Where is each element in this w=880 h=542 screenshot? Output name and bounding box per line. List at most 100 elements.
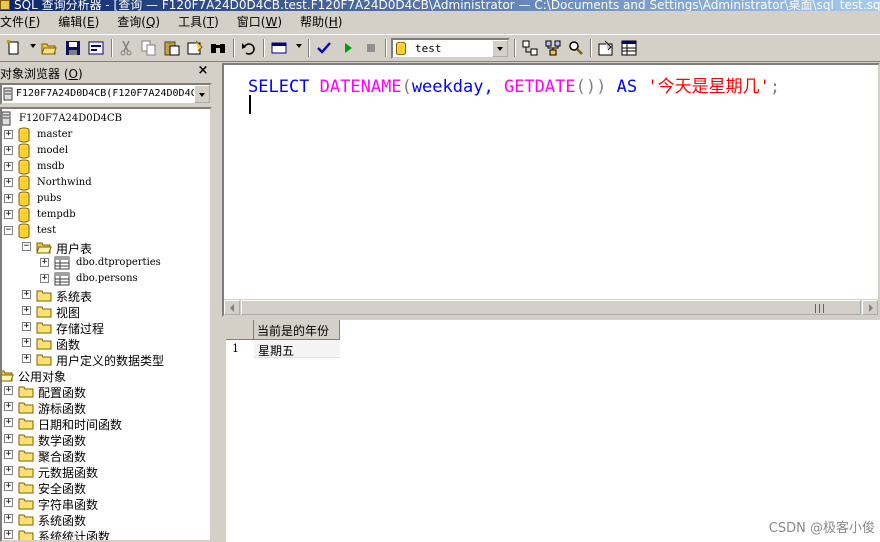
tree-folder[interactable]: + 日期和时间函数: [2, 415, 210, 432]
grid-cell[interactable]: 星期五: [254, 340, 340, 358]
save-icon[interactable]: [65, 40, 81, 56]
tree-folder[interactable]: + 用户定义的数据类型: [2, 351, 210, 368]
expand-icon[interactable]: +: [4, 162, 13, 171]
tree-folder[interactable]: + 视图: [2, 303, 210, 320]
grid-icon[interactable]: [621, 40, 637, 56]
tree-item-label: Northwind: [37, 177, 92, 188]
tree-folder-common-objects[interactable]: 公用对象: [2, 367, 210, 384]
grid-column-header[interactable]: 当前是的年份: [254, 320, 340, 340]
tree-folder[interactable]: + 字符串函数: [2, 495, 210, 512]
open-icon[interactable]: [41, 40, 57, 56]
collapse-icon[interactable]: −: [4, 226, 13, 235]
expand-icon[interactable]: +: [22, 290, 31, 299]
expand-icon[interactable]: +: [4, 482, 13, 491]
scrollbar-thumb[interactable]: |||: [241, 300, 861, 315]
show-plan-icon[interactable]: [568, 40, 584, 56]
expand-icon[interactable]: +: [40, 258, 49, 267]
chevron-down-icon[interactable]: [194, 85, 210, 103]
horizontal-scrollbar[interactable]: |||: [224, 298, 878, 315]
tree-db-master[interactable]: + master: [2, 127, 210, 143]
tree-folder[interactable]: + 元数据函数: [2, 463, 210, 480]
copy-icon[interactable]: [141, 40, 157, 56]
tree-db-pubs[interactable]: + pubs: [2, 191, 210, 207]
query-analyzer-window: SQL 查询分析器 - [查询 — F120F7A24D0D4CB.test.F…: [0, 0, 880, 542]
new-query-dropdown-icon[interactable]: [30, 44, 36, 48]
menu-window[interactable]: 窗口(W): [228, 11, 291, 33]
tree-root-server[interactable]: F120F7A24D0D4CB: [2, 111, 210, 127]
menu-file[interactable]: 文件(F): [0, 11, 49, 33]
expand-icon[interactable]: +: [22, 306, 31, 315]
tree-folder[interactable]: + 存储过程: [2, 319, 210, 336]
find-icon[interactable]: [210, 40, 226, 56]
expand-icon[interactable]: +: [4, 402, 13, 411]
tree-folder[interactable]: + 聚合函数: [2, 447, 210, 464]
expand-icon[interactable]: +: [4, 466, 13, 475]
tree-folder[interactable]: + 游标函数: [2, 399, 210, 416]
insert-template-icon[interactable]: [88, 40, 104, 56]
stop-icon[interactable]: [363, 40, 379, 56]
tree-folder-user-tables[interactable]: − 用户表: [2, 239, 210, 256]
undo-icon[interactable]: [241, 40, 257, 56]
tree-folder[interactable]: + 函数: [2, 335, 210, 352]
results-grid-icon[interactable]: [271, 40, 287, 56]
database-select[interactable]: test: [391, 38, 510, 59]
scroll-left-icon[interactable]: [224, 300, 240, 315]
scroll-right-icon[interactable]: [862, 300, 878, 315]
expand-icon[interactable]: +: [4, 418, 13, 427]
grid-corner[interactable]: [226, 320, 254, 340]
expand-icon[interactable]: +: [4, 434, 13, 443]
expand-icon[interactable]: +: [22, 322, 31, 331]
tree-folder[interactable]: + 安全函数: [2, 479, 210, 496]
tree-db-model[interactable]: + model: [2, 143, 210, 159]
tree-folder[interactable]: + 数学函数: [2, 431, 210, 448]
grid-row-number[interactable]: 1: [226, 340, 254, 358]
object-browser-icon[interactable]: [522, 40, 538, 56]
tree-folder[interactable]: + 系统函数: [2, 511, 210, 528]
expand-icon[interactable]: +: [4, 130, 13, 139]
folder-icon: [18, 383, 34, 399]
menu-help[interactable]: 帮助(H): [291, 11, 351, 33]
parse-query-icon[interactable]: [316, 40, 332, 56]
results-dropdown-icon[interactable]: [296, 44, 302, 48]
expand-icon[interactable]: +: [40, 274, 49, 283]
paste-icon[interactable]: [164, 40, 180, 56]
editor-margin: [224, 65, 244, 297]
expand-icon[interactable]: +: [22, 354, 31, 363]
server-select[interactable]: F120F7A24D0D4CB(F120F7A24D0D4CB\Administ…: [0, 83, 212, 105]
expand-icon[interactable]: +: [4, 178, 13, 187]
toolbar-separator: [590, 39, 592, 57]
tree-table[interactable]: + dbo.persons: [2, 271, 210, 287]
menu-query[interactable]: 查询(Q): [108, 11, 169, 33]
execute-icon[interactable]: [340, 40, 356, 56]
properties-icon[interactable]: [598, 40, 614, 56]
expand-icon[interactable]: +: [4, 450, 13, 459]
collapse-icon[interactable]: −: [22, 242, 31, 251]
tree-db-tempdb[interactable]: + tempdb: [2, 207, 210, 223]
close-icon[interactable]: ×: [196, 64, 210, 78]
expand-icon[interactable]: +: [4, 210, 13, 219]
query-editor[interactable]: SELECT DATENAME(weekday, GETDATE()) AS '…: [222, 63, 880, 317]
menu-tools[interactable]: 工具(T): [169, 11, 228, 33]
tree-folder[interactable]: + 配置函数: [2, 383, 210, 400]
expand-icon[interactable]: +: [4, 498, 13, 507]
expand-icon[interactable]: +: [4, 386, 13, 395]
expand-icon[interactable]: +: [4, 194, 13, 203]
tree-table[interactable]: + dbo.dtproperties: [2, 255, 210, 271]
tree-db-test[interactable]: − test: [2, 223, 210, 239]
new-query-icon[interactable]: [6, 40, 22, 56]
tree-db-northwind[interactable]: + Northwind: [2, 175, 210, 191]
expand-icon[interactable]: +: [4, 530, 13, 539]
tree-db-msdb[interactable]: + msdb: [2, 159, 210, 175]
menu-edit[interactable]: 编辑(E): [49, 11, 108, 33]
tree-folder[interactable]: + 系统统计函数: [2, 527, 210, 540]
server-icon: [3, 87, 13, 101]
expand-icon[interactable]: +: [4, 514, 13, 523]
clear-window-icon[interactable]: [187, 40, 203, 56]
tree-folder[interactable]: + 系统表: [2, 287, 210, 304]
cut-icon[interactable]: [118, 40, 134, 56]
panel-splitter[interactable]: [214, 63, 222, 542]
object-search-icon[interactable]: [545, 40, 561, 56]
expand-icon[interactable]: +: [22, 338, 31, 347]
expand-icon[interactable]: +: [4, 146, 13, 155]
chevron-down-icon[interactable]: [492, 40, 508, 57]
